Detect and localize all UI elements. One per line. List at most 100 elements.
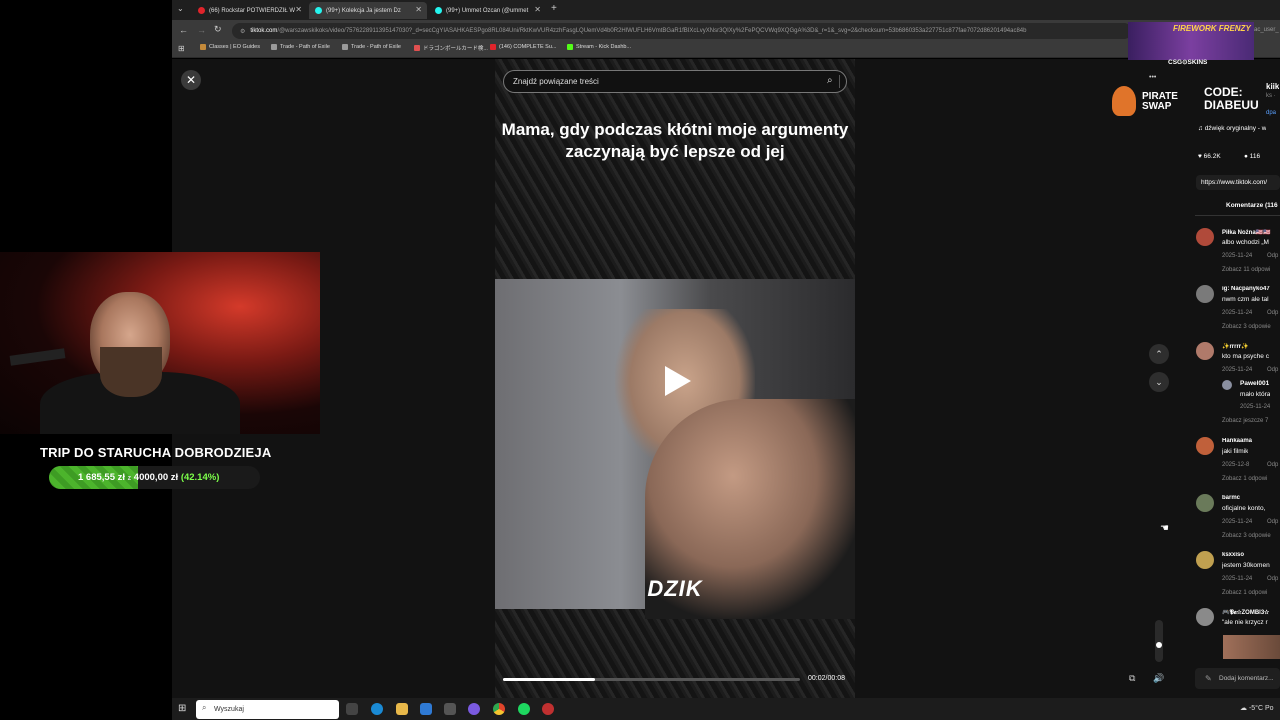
sound-row[interactable]: ♫ dźwięk oryginalny - w [1198,125,1266,132]
comment-avatar[interactable] [1196,608,1214,626]
video-frame [495,279,855,619]
miniplayer-icon[interactable]: ⧉ [1129,673,1135,684]
next-video-button[interactable]: ⌄ [1149,372,1169,392]
close-viewer-button[interactable]: ✕ [181,70,201,90]
comment-text: kto ma psyche c [1222,353,1269,360]
edge-icon[interactable] [371,703,383,715]
reply-username[interactable]: Pawel001 [1240,380,1269,387]
play-icon[interactable] [665,366,691,396]
previous-video-button[interactable]: ⌃ [1149,344,1169,364]
comment-reply-link[interactable]: Odp [1267,519,1278,525]
bookmark-item[interactable]: ドラゴンボールカード検... [414,44,488,52]
related-search-input[interactable]: Znajdź powiązane treści [503,70,847,93]
view-replies-link[interactable]: Zobacz 1 odpowi [1222,476,1267,482]
like-button[interactable]: ♥ 66.2K [1198,153,1221,160]
share-link-field[interactable]: https://www.tiktok.com/ [1196,175,1280,190]
comment-username[interactable]: Hankaama [1222,438,1252,444]
tab-label: (99+) Kolekcja Ja jestem Dz [326,7,401,14]
tab-kolekcja[interactable]: (99+) Kolekcja Ja jestem Dz ✕ [309,2,427,19]
comment-button[interactable]: ● 116 [1244,153,1260,160]
bookmark-item[interactable]: Classes | EO Guides [200,44,260,50]
comment-count: 116 [1249,153,1261,160]
close-tab-icon[interactable]: ✕ [534,5,541,14]
comment-avatar[interactable] [1196,551,1214,569]
author-link[interactable]: dpa [1266,110,1276,116]
url-host: tiktok.com [250,28,278,34]
pirate-swap-logo: PIRATE SWAP [1142,91,1178,112]
chrome-icon[interactable] [493,703,505,715]
weather-widget[interactable]: ☁ -5°C Po [1240,704,1274,712]
comment-username[interactable]: Piłka Nożna🇺🇸🇺🇸 [1222,229,1271,236]
forward-icon[interactable]: → [197,25,206,35]
comment-avatar[interactable] [1196,285,1214,303]
comment-username[interactable]: barmc [1222,495,1240,501]
banner-sub: CSG⊙SKINS [1168,59,1208,66]
volume-slider[interactable] [1155,620,1163,662]
comment-reply-link[interactable]: Odp [1267,367,1278,373]
comment-avatar[interactable] [1196,228,1214,246]
comment-avatar[interactable] [1196,494,1214,512]
comment-username[interactable]: 🎮𝕻𝖆☆ZOMBI3☆ [1222,609,1269,617]
recording-icon[interactable] [542,703,554,715]
author-name[interactable]: kiik [1266,82,1279,91]
mail-icon[interactable] [420,703,432,715]
tab-label: (99+) Ummet Ozcan (@ummet [446,7,529,14]
volume-icon[interactable]: 🔊 [1153,673,1164,684]
video-time: 00:02/00:08 [808,675,845,682]
file-explorer-icon[interactable] [396,703,408,715]
video-player[interactable]: Mama, gdy podczas kłótni moje argumenty … [495,59,855,698]
view-replies-link[interactable]: Zobacz 1 odpowi [1222,590,1267,596]
bookmark-item[interactable]: Stream - Kick Dashb... [567,44,631,50]
comments-tab[interactable]: Komentarze (116 [1226,202,1278,209]
task-view-icon[interactable] [346,703,358,715]
comment-text: oficjalne konto, [1222,505,1266,512]
close-tab-icon[interactable]: ✕ [295,5,302,14]
comment-avatar[interactable] [1196,342,1214,360]
tab-rockstar[interactable]: (66) Rockstar POTWIERDZIŁ W ✕ [192,2,307,19]
video-progress-bar[interactable] [503,678,800,681]
music-note-icon: ♫ [1198,125,1205,132]
microphone-icon [9,348,66,366]
close-tab-icon[interactable]: ✕ [415,5,422,14]
reply-avatar[interactable] [1222,380,1232,390]
tab-ummet[interactable]: (99+) Ummet Ozcan (@ummet ✕ [429,2,546,19]
comment-username[interactable]: ✨rrrrr✨ [1222,343,1249,350]
bookmark-item[interactable]: Trade - Path of Exile [271,44,330,50]
url-field[interactable]: ⚙ tiktok.com /@warszawskikoks/video/7576… [232,23,1132,39]
comment-reply-link[interactable]: Odp [1267,310,1278,316]
tab-list-dropdown-icon[interactable]: ⌄ [177,4,184,13]
comment-reply-link[interactable]: Odp [1267,253,1278,259]
view-replies-link[interactable]: Zobacz 3 odpowie [1222,324,1271,330]
taskbar-search-input[interactable]: Wyszukaj [196,700,339,719]
store-icon[interactable] [444,703,456,715]
view-more-replies[interactable]: Zobacz jeszcze 7 [1222,418,1268,424]
spotify-icon[interactable] [518,703,530,715]
view-replies-link[interactable]: Zobacz 3 odpowie [1222,533,1271,539]
comment-date: 2025-12-8 [1222,462,1250,468]
start-icon[interactable]: ⊞ [178,703,186,714]
back-icon[interactable]: ← [179,25,188,35]
view-replies-link[interactable]: Zobacz 11 odpowi [1222,267,1270,273]
site-info-icon[interactable]: ⚙ [240,28,245,35]
search-icon[interactable]: ⌕ [827,75,833,86]
donation-goal-title: TRIP DO STARUCHA DOBRODZIEJA [40,445,272,460]
bookmark-icon [342,44,348,50]
comment-reply-link[interactable]: Odp [1267,576,1278,582]
author-sub: ks · [1266,93,1276,99]
more-options-icon[interactable]: ••• [1149,74,1156,81]
bookmark-item[interactable]: (146) COMPLETE Su... [490,44,556,50]
tiktok-icon [315,7,322,14]
comment-username[interactable]: ksxxiso [1222,552,1244,558]
comment-avatar[interactable] [1196,437,1214,455]
tab-label: (66) Rockstar POTWIERDZIŁ W [209,7,296,14]
comment-username[interactable]: ig: Nacpanyko47 [1222,286,1270,292]
comment-text: jestem 30komen [1222,562,1270,569]
bookmark-icon [414,45,420,51]
bookmark-item[interactable]: Trade - Path of Exile [342,44,401,50]
volume-knob[interactable] [1156,642,1162,648]
apps-grid-icon[interactable]: ⊞ [178,44,185,53]
comment-reply-link[interactable]: Odp [1267,462,1278,468]
app-icon[interactable] [468,703,480,715]
reload-icon[interactable]: ↻ [214,24,222,35]
new-tab-button[interactable]: + [551,3,557,14]
